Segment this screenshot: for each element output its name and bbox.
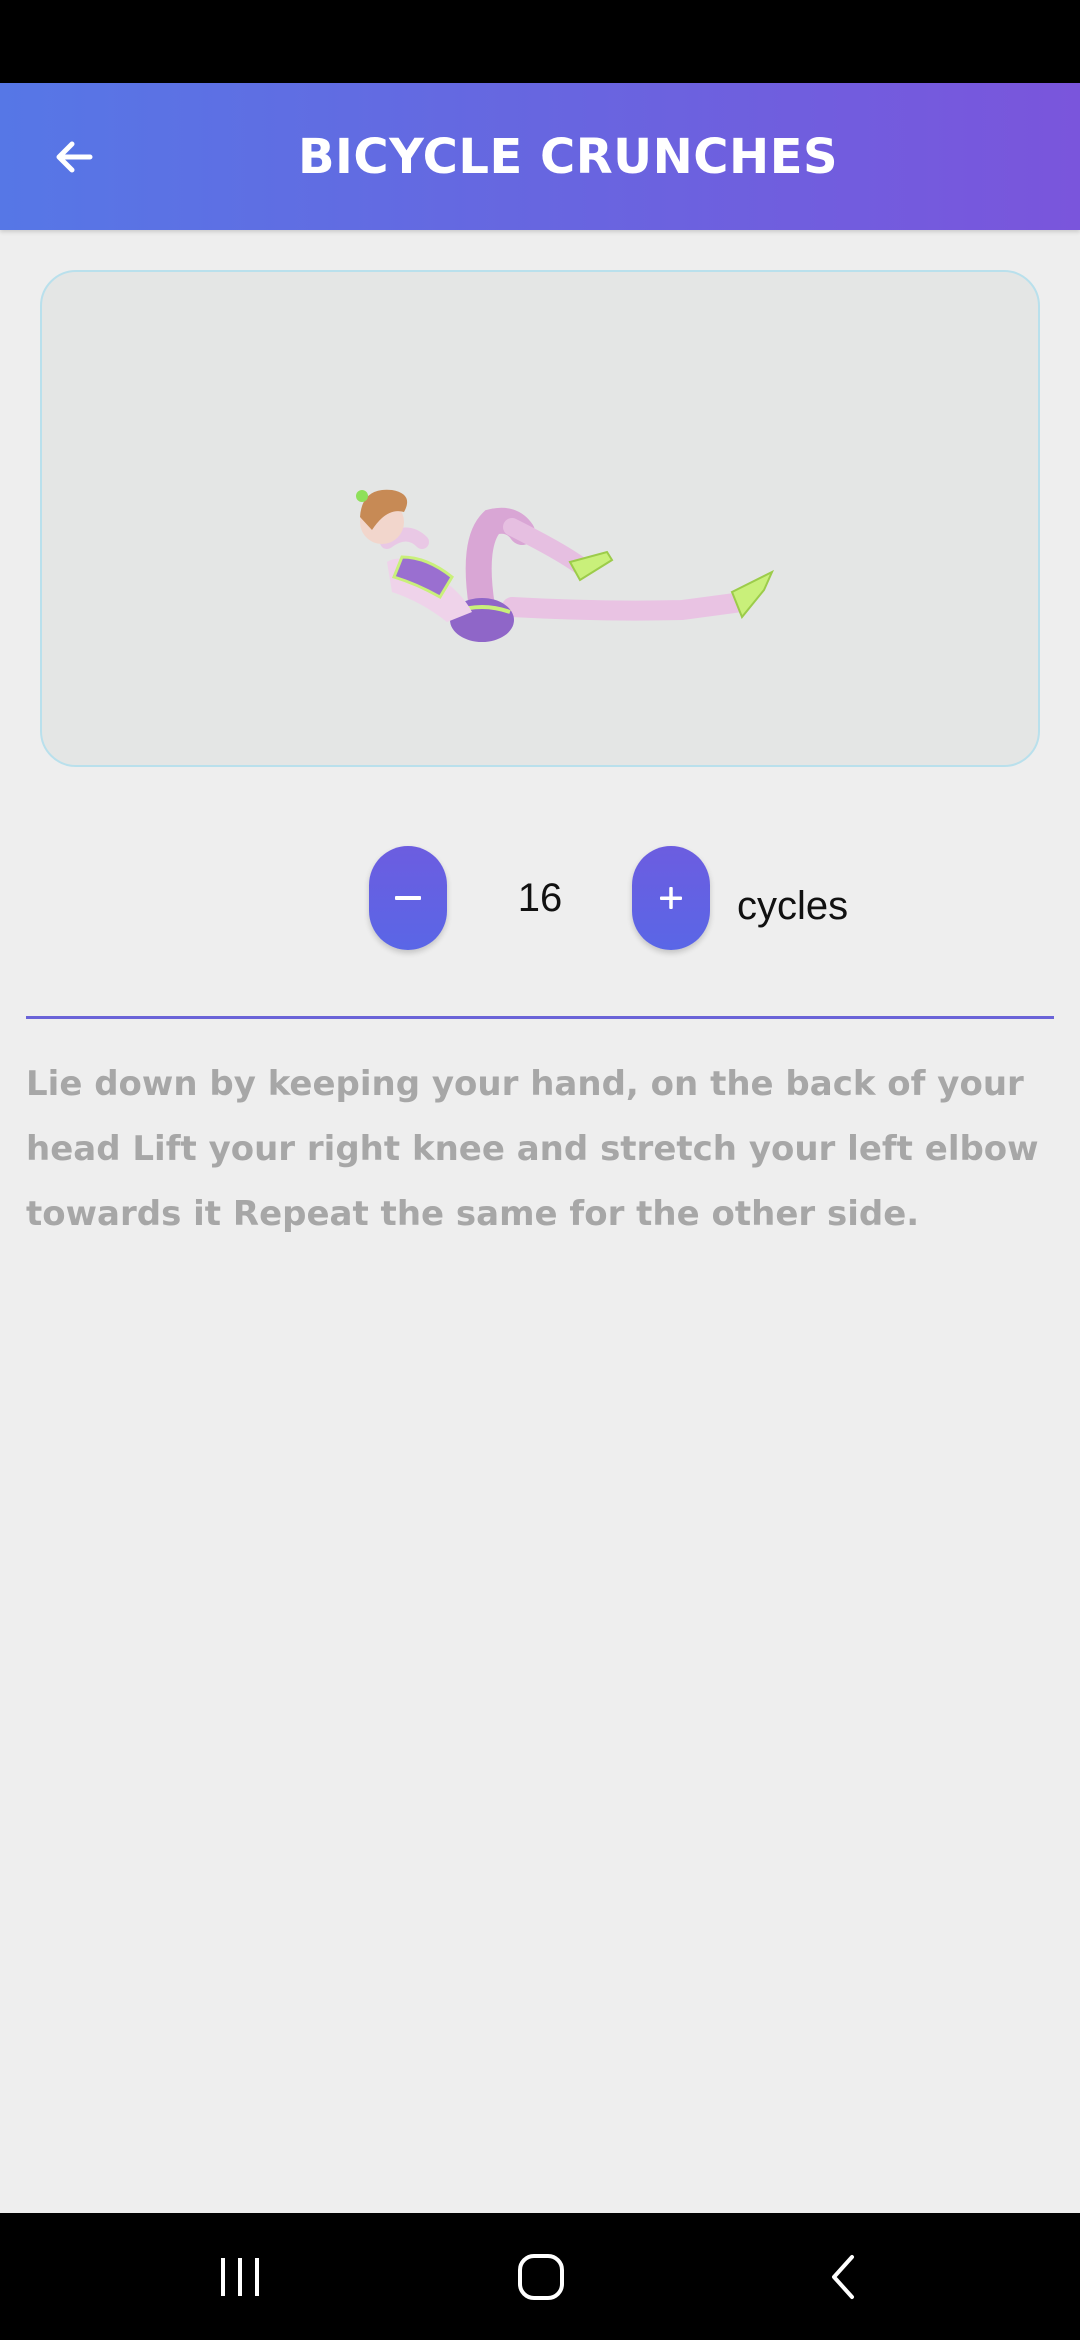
exercise-illustration: [356, 489, 775, 642]
home-icon: [518, 2254, 564, 2300]
divider: [26, 1016, 1054, 1019]
exercise-description: Lie down by keeping your hand, on the ba…: [26, 1064, 1039, 1234]
repetition-stepper: 16 cycles: [0, 846, 1080, 952]
system-navigation-bar: [0, 2213, 1080, 2340]
count-value: 16: [517, 875, 563, 920]
arrow-left-icon: [56, 141, 93, 173]
back-chevron-icon: [832, 2255, 854, 2299]
nav-back-button[interactable]: [804, 2237, 884, 2317]
app-bar: BICYCLE CRUNCHES: [0, 83, 1080, 230]
plus-icon: [660, 887, 682, 909]
exercise-image-card: [40, 270, 1040, 767]
recents-button[interactable]: [200, 2237, 280, 2317]
status-bar: [0, 0, 1080, 83]
count-unit-label: cycles: [737, 883, 849, 928]
minus-icon: [395, 896, 421, 900]
back-button[interactable]: [36, 119, 112, 195]
increase-button[interactable]: [632, 846, 710, 950]
decrease-button[interactable]: [369, 846, 447, 950]
page-title: BICYCLE CRUNCHES: [297, 128, 839, 185]
home-button[interactable]: [501, 2237, 581, 2317]
recents-icon: [221, 2258, 259, 2296]
